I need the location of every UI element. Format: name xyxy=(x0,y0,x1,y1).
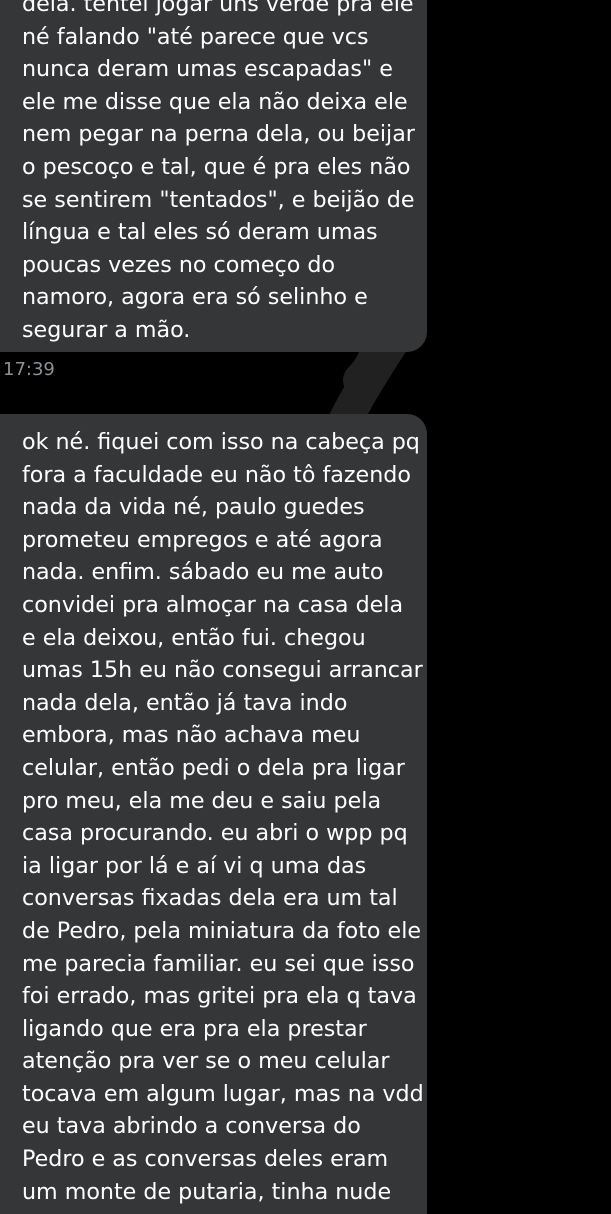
message-line: poucas vezes no começo do xyxy=(22,251,336,278)
message-line: eu tava abrindo a conversa do xyxy=(22,1113,361,1140)
message-line: conversas fixadas dela era um tal xyxy=(22,885,398,912)
message-line: namoro, agora era só selinho e xyxy=(22,284,368,311)
message-line: nada. enfim. sábado eu me auto xyxy=(22,559,384,586)
message-line: tocava em algum lugar, mas na vdd xyxy=(22,1080,424,1107)
message-line: língua e tal eles só deram umas xyxy=(22,219,378,246)
message-line: nem pegar na perna dela, ou beijar xyxy=(22,121,415,148)
message-line: nada dela, então já tava indo xyxy=(22,689,348,716)
message-line: atenção pra ver se o meu celular xyxy=(22,1048,390,1075)
message-line: umas 15h eu não consegui arrancar xyxy=(22,657,423,684)
chat-thread: dela. tentei jogar uns verde pra ele né … xyxy=(0,0,611,1214)
message-line: e ela deixou, então fui. chegou xyxy=(22,624,366,651)
message-line: ele me disse que ela não deixa ele xyxy=(22,88,408,115)
message-line: fora a faculdade eu não tô fazendo xyxy=(22,461,411,488)
message-line: Pedro e as conversas deles eram xyxy=(22,1146,389,1173)
message-line: foi errado, mas gritei pra ela q tava xyxy=(22,983,417,1010)
message-line: celular, então pedi o dela pra ligar xyxy=(22,754,405,781)
message-line: ok né. fiquei com isso na cabeça pq xyxy=(22,429,420,455)
message-line: de Pedro, pela miniatura da foto ele xyxy=(22,917,422,944)
message-line: dela. tentei jogar uns verde pra ele xyxy=(22,0,414,17)
message-line: ligando que era pra ela prestar xyxy=(22,1015,367,1042)
message-line: me parecia familiar. eu sei que isso xyxy=(22,950,415,977)
message-line: né falando "até parece que vcs xyxy=(22,23,369,50)
message-line: um monte de putaria, tinha nude xyxy=(22,1178,392,1205)
message-line: o pescoço e tal, que é pra eles não xyxy=(22,153,411,180)
message-bubble[interactable]: dela. tentei jogar uns verde pra ele né … xyxy=(0,0,427,352)
message-line: embora, mas não achava meu xyxy=(22,722,361,749)
message-line: nada da vida né, paulo guedes xyxy=(22,494,365,521)
message-line: convidei pra almoçar na casa dela xyxy=(22,591,404,618)
message-line: segurar a mão. xyxy=(22,316,191,343)
message-line: casa procurando. eu abri o wpp pq xyxy=(22,820,408,847)
message-bubble[interactable]: ok né. fiquei com isso na cabeça pq fora… xyxy=(0,414,427,1214)
message-line: pro meu, ela me deu e saiu pela xyxy=(22,787,382,814)
message-line: se sentirem "tentados", e beijão de xyxy=(22,186,415,213)
message-timestamp: 17:39 xyxy=(3,359,55,380)
message-line: prometeu empregos e até agora xyxy=(22,526,383,553)
message-line: ia ligar por lá e aí vi q uma das xyxy=(22,852,367,879)
message-line: nunca deram umas escapadas" e xyxy=(22,56,393,83)
